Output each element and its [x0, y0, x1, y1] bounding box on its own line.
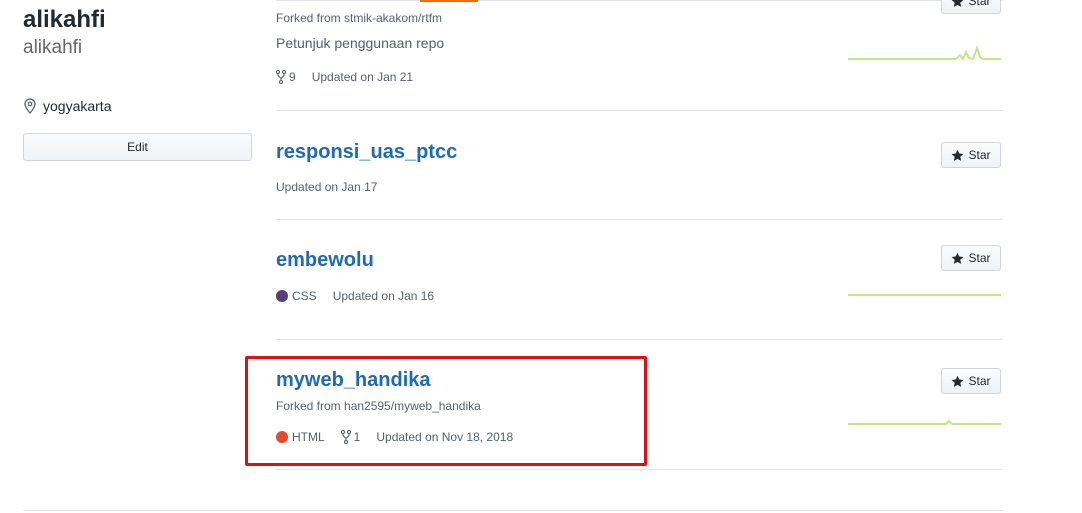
bottom-border: [23, 510, 1002, 511]
star-button[interactable]: Star: [941, 142, 1001, 168]
profile-location: yogyakarta: [23, 98, 111, 114]
star-icon: [952, 252, 964, 264]
language-label: CSS: [292, 289, 317, 303]
star-label: Star: [968, 0, 991, 8]
section-top-border: [276, 0, 1002, 1]
language-color-dot: [276, 290, 288, 302]
fork-count[interactable]: 9: [289, 70, 296, 84]
repo-meta: Updated on Jan 17: [276, 180, 377, 194]
repo-divider: [276, 110, 1002, 111]
repo-divider: [276, 469, 1002, 470]
highlight-box: [245, 356, 647, 466]
updated-text: Updated on Jan 16: [332, 289, 435, 303]
star-button[interactable]: Star: [941, 368, 1001, 394]
location-text: yogyakarta: [43, 98, 112, 114]
activity-sparkline: [848, 44, 1001, 61]
star-label: Star: [968, 374, 991, 388]
profile-username: alikahfi: [23, 37, 83, 58]
repo-title-link[interactable]: responsi_uas_ptcc: [276, 141, 457, 164]
star-label: Star: [968, 251, 991, 265]
activity-sparkline: [848, 419, 1001, 425]
star-button[interactable]: Star: [941, 0, 1001, 14]
star-icon: [952, 0, 964, 7]
fork-icon: [276, 70, 286, 84]
repo-meta: CSS Updated on Jan 16: [276, 289, 434, 303]
updated-text: Updated on Jan 17: [276, 180, 378, 194]
profile-name: alikahfi: [23, 6, 106, 33]
star-icon: [952, 375, 964, 387]
repo-divider: [276, 219, 1002, 220]
repo-description: Petunjuk penggunaan repo: [276, 35, 445, 51]
star-label: Star: [968, 148, 991, 162]
tab-underline-accent: [420, 0, 478, 2]
updated-text: Updated on Jan 21: [311, 70, 414, 84]
location-pin-icon: [24, 98, 36, 114]
star-icon: [952, 149, 964, 161]
repo-title-link[interactable]: embewolu: [276, 249, 374, 272]
repo-divider: [276, 339, 1002, 340]
edit-profile-button[interactable]: Edit: [23, 133, 252, 161]
repo-meta: 9 Updated on Jan 21: [276, 70, 413, 84]
activity-sparkline: [848, 294, 1001, 296]
repo-forked-from[interactable]: Forked from stmik-akakom/rtfm: [276, 11, 442, 25]
star-button[interactable]: Star: [941, 245, 1001, 271]
